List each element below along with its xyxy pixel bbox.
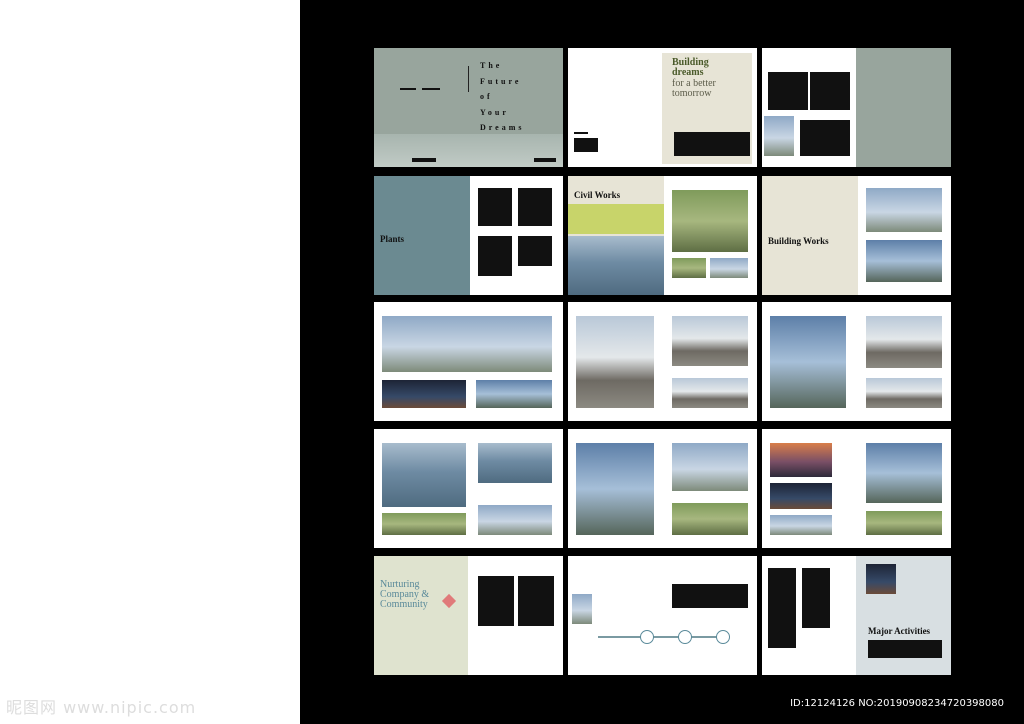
intro-subheading-line: tomorrow	[672, 88, 712, 99]
cover-title-line: Future	[480, 76, 522, 86]
text-block	[478, 236, 512, 276]
cover-text-mark	[400, 88, 416, 90]
community-heading-line: Community	[380, 599, 428, 610]
building-section-title: Building Works	[768, 236, 829, 246]
text-block	[518, 576, 554, 626]
campus-photo	[866, 443, 942, 503]
text-block	[672, 584, 748, 608]
civil-lime-band	[568, 204, 664, 234]
community-heading: Nurturing Company & Community	[380, 580, 429, 610]
storage-tank-photo	[770, 316, 846, 408]
text-block	[868, 640, 942, 658]
spread-building-works: Building Works	[762, 176, 951, 295]
text-block	[478, 188, 512, 226]
spread-civil-works: Civil Works	[568, 176, 757, 295]
spread-facilities-gallery	[568, 429, 757, 548]
intro-subheading: for a better tomorrow	[672, 79, 716, 99]
spread-cover: The Future of Your Dreams	[374, 48, 563, 167]
spread-major-activities: Major Activities	[762, 556, 951, 675]
spread-intro: Building dreams for a better tomorrow	[568, 48, 757, 167]
text-block	[518, 188, 552, 226]
cover-title-line: Your	[480, 107, 509, 117]
plant-photo	[476, 380, 552, 408]
text-block	[574, 132, 588, 134]
civil-section-title: Civil Works	[574, 190, 621, 200]
plant-photo	[866, 378, 942, 408]
plant-photo	[866, 316, 942, 368]
process-node	[640, 630, 654, 644]
spread-plants: Plants	[374, 176, 563, 295]
bridge-photo	[568, 236, 664, 295]
spread-message	[762, 48, 951, 167]
refinery-photo	[672, 378, 748, 408]
intro-heading: Building dreams	[672, 58, 709, 78]
power-plant-photo	[382, 316, 552, 372]
text-block	[768, 72, 808, 110]
image-id-line: ID:12124126 NO:20190908234720398080	[790, 698, 1004, 709]
left-white-margin	[0, 0, 300, 724]
civil-photo	[382, 513, 466, 535]
major-activities-title: Major Activities	[868, 626, 931, 636]
process-line	[598, 636, 718, 638]
civil-photo	[672, 258, 706, 278]
stack-photo	[576, 443, 654, 535]
spread-process	[568, 556, 757, 675]
text-block	[518, 236, 552, 266]
cover-skyline-image	[374, 134, 563, 167]
spread-industrial-gallery	[568, 302, 757, 421]
cover-logo	[412, 158, 436, 162]
text-block	[574, 138, 598, 152]
building-night-photo	[770, 483, 832, 509]
spread-bridges-gallery	[374, 429, 563, 548]
building-photo	[866, 511, 942, 535]
intro-heading-line: dreams	[672, 67, 704, 78]
facility-photo	[672, 503, 748, 535]
cover-divider	[468, 66, 469, 92]
cover-title-line: The	[480, 61, 503, 70]
text-block	[768, 568, 796, 648]
plant-night-photo	[382, 380, 466, 408]
building-photo	[764, 116, 794, 156]
process-node	[678, 630, 692, 644]
tower-dusk-photo	[770, 443, 832, 477]
civil-photo	[478, 505, 552, 535]
refinery-photo	[576, 316, 654, 408]
chef-photo	[572, 594, 592, 624]
cover-title-line: of	[480, 92, 493, 101]
spread-plants-gallery	[374, 302, 563, 421]
civil-photo	[710, 258, 748, 278]
watermark: 昵图网 www.nipic.com	[6, 698, 197, 717]
cover-title: The Future of Your Dreams	[480, 58, 525, 136]
text-block	[810, 72, 850, 110]
community-panel	[374, 556, 468, 675]
plants-section-title: Plants	[380, 234, 405, 244]
cover-logo	[534, 158, 556, 162]
facility-photo	[672, 443, 748, 491]
spread-community: Nurturing Company & Community	[374, 556, 563, 675]
process-node	[716, 630, 730, 644]
text-block	[802, 568, 830, 628]
complex-photo	[866, 240, 942, 282]
bridge-photo	[382, 443, 466, 507]
bridge-photo	[478, 443, 552, 483]
highway-photo	[672, 190, 748, 252]
brochure-spread-grid: The Future of Your Dreams Building dream…	[374, 48, 952, 676]
text-block	[478, 576, 514, 626]
activities-photo	[866, 564, 896, 594]
text-block	[674, 132, 750, 156]
message-panel	[856, 48, 951, 167]
spread-buildings-gallery	[762, 429, 951, 548]
tower-photo	[866, 188, 942, 232]
building-photo	[770, 515, 832, 535]
refinery-photo	[672, 316, 748, 366]
cover-text-mark	[422, 88, 440, 90]
spread-petrochem-gallery	[762, 302, 951, 421]
text-block	[800, 120, 850, 156]
